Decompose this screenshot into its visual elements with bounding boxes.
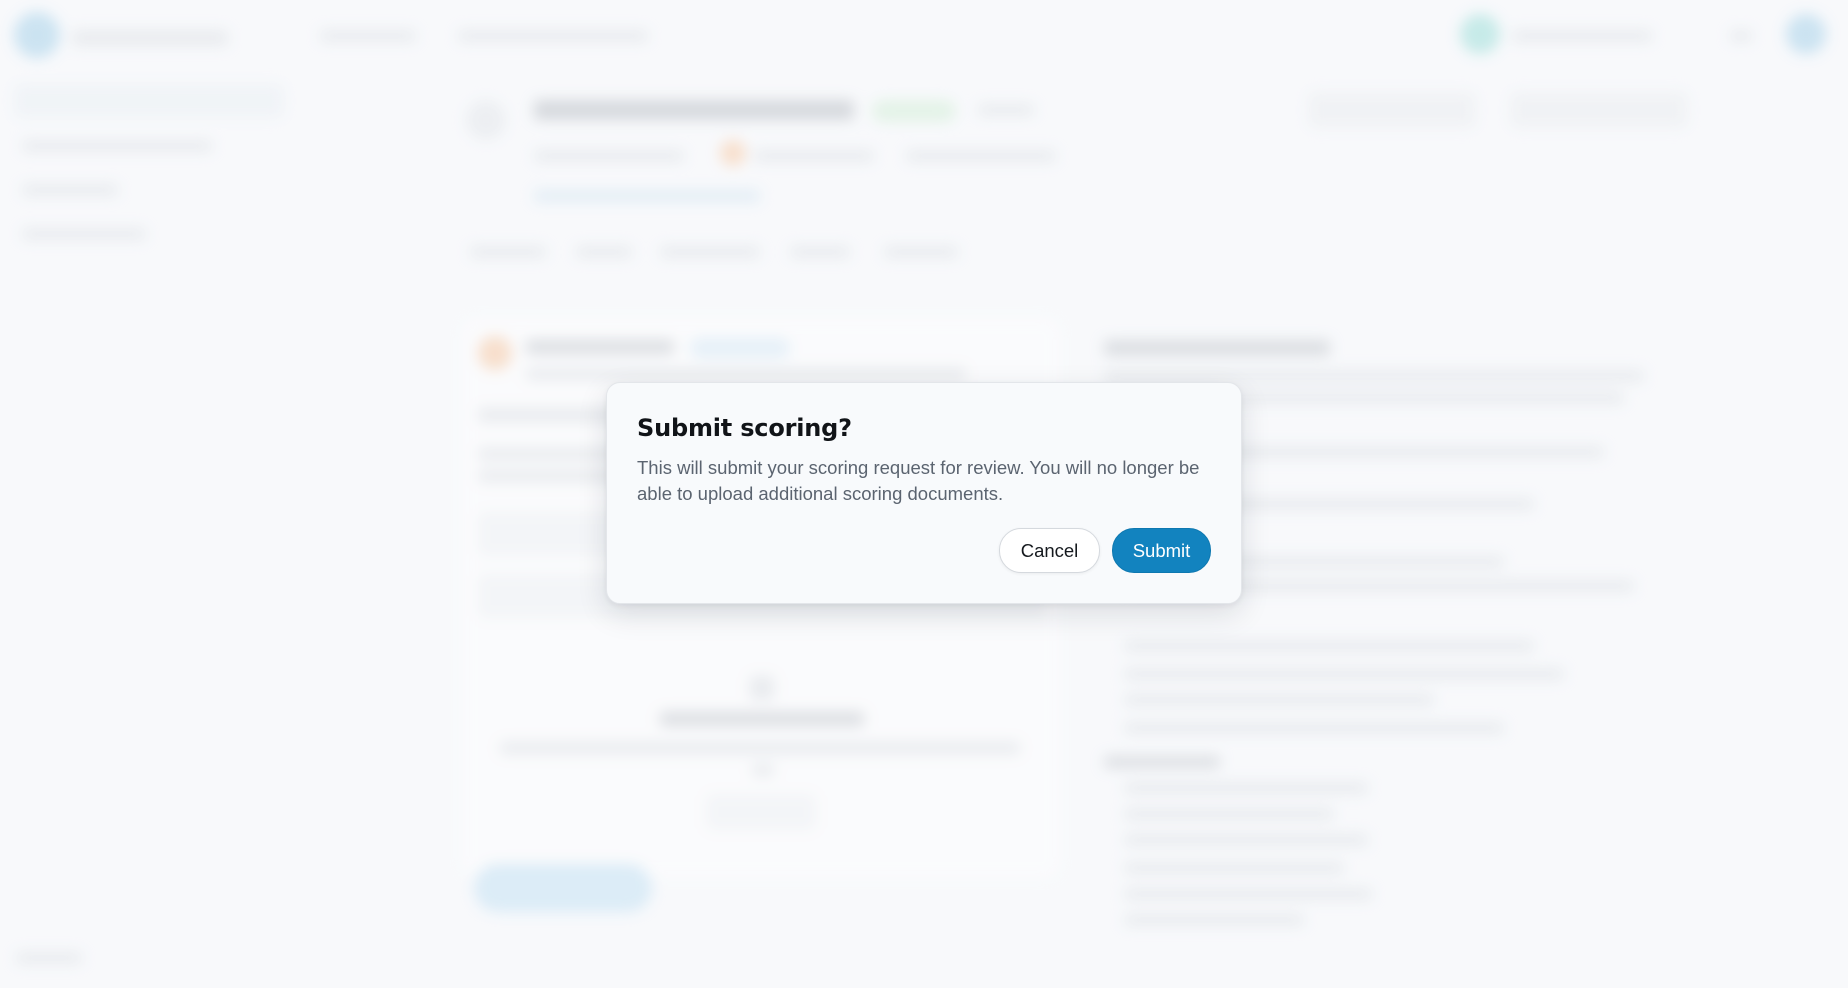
submit-button[interactable]: Submit bbox=[1112, 528, 1211, 573]
cancel-button[interactable]: Cancel bbox=[999, 528, 1100, 573]
dialog-title: Submit scoring? bbox=[637, 414, 852, 442]
submit-scoring-dialog: Submit scoring? This will submit your sc… bbox=[606, 382, 1242, 604]
dialog-message: This will submit your scoring request fo… bbox=[637, 457, 1200, 504]
dialog-actions: Cancel Submit bbox=[999, 528, 1211, 573]
page: Submit scoring? This will submit your sc… bbox=[0, 0, 1848, 988]
